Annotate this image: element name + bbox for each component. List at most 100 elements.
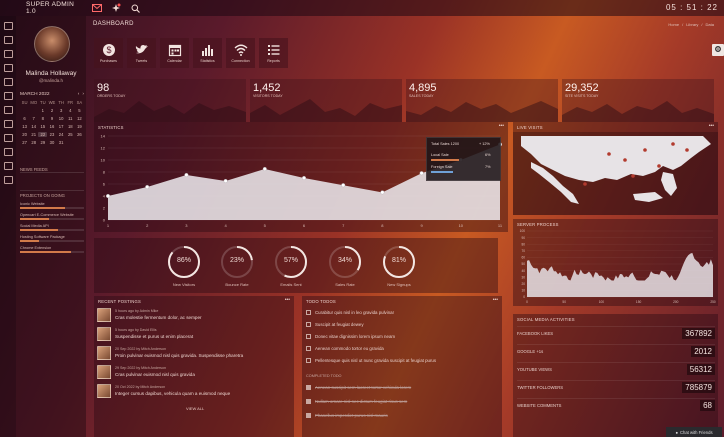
breadcrumb-library[interactable]: Library [686, 22, 698, 27]
todo-checkbox[interactable] [306, 413, 311, 418]
social-value: 785879 [682, 382, 715, 393]
calendar-day[interactable]: 9 [47, 116, 56, 121]
calendar-nav-icon[interactable] [3, 162, 13, 170]
project-item[interactable]: Chrome Extension [20, 246, 84, 253]
calendar-day[interactable]: 28 [29, 140, 38, 145]
calendar-day[interactable]: 24 [57, 132, 66, 137]
more-icon[interactable]: ••• [493, 297, 498, 303]
calendar-button[interactable]: Calendar [160, 38, 189, 68]
calendar-day[interactable]: 18 [66, 124, 75, 129]
data-point[interactable] [105, 193, 110, 198]
calendar-day[interactable]: 26 [75, 132, 84, 137]
gauge: 34% Sales Rate [315, 244, 375, 287]
data-point[interactable] [145, 185, 150, 190]
breadcrumb-data[interactable]: Data [706, 22, 714, 27]
mail-nav-icon[interactable] [3, 134, 13, 142]
avatar[interactable] [34, 26, 70, 62]
post-item[interactable]: 20 Oct 2022 by Mitch Anderson Integer cur… [97, 384, 292, 403]
mail-icon[interactable] [92, 4, 102, 13]
prev-month-icon[interactable]: ‹ [78, 92, 80, 97]
calendar-day[interactable]: 30 [47, 140, 56, 145]
todo-checkbox[interactable] [306, 358, 311, 363]
more-icon[interactable]: ••• [285, 297, 290, 303]
data-point[interactable] [419, 171, 424, 176]
calendar-day[interactable]: 25 [66, 132, 75, 137]
search-icon[interactable] [130, 4, 140, 13]
project-item[interactable]: Opencart E-Commerce Website [20, 213, 84, 220]
next-month-icon[interactable]: › [82, 92, 84, 97]
post-item[interactable]: 20 Sep 2022 by Mitch Anderson Proin pulvi… [97, 346, 292, 365]
recent-postings-panel: RECENT POSTINGS ••• 5 hours ago by Admin… [94, 296, 294, 437]
bookmark-icon[interactable] [3, 176, 13, 184]
calendar-day[interactable]: 11 [66, 116, 75, 121]
calendar-day[interactable]: 16 [47, 124, 56, 129]
data-point[interactable] [223, 179, 228, 184]
todo-checkbox[interactable] [306, 322, 311, 327]
breadcrumb-home[interactable]: Home [668, 22, 679, 27]
calendar-day[interactable]: 4 [66, 108, 75, 113]
calendar-day[interactable]: 10 [57, 116, 66, 121]
calendar-day[interactable]: 12 [75, 116, 84, 121]
calendar-day[interactable]: 14 [29, 124, 38, 129]
pages-icon[interactable] [3, 106, 13, 114]
divider [20, 190, 84, 191]
monitor-icon[interactable] [3, 120, 13, 128]
user-name: Malinda Hollaway [25, 70, 77, 77]
view-all-link[interactable]: VIEW ALL [186, 406, 204, 411]
home-icon[interactable] [3, 22, 13, 30]
calendar-day[interactable]: 17 [57, 124, 66, 129]
calendar-day[interactable]: 8 [38, 116, 47, 121]
chat-button[interactable]: ● Chat with Friends [666, 427, 722, 437]
statistics-button[interactable]: Statistics [193, 38, 222, 68]
todo-checkbox[interactable] [306, 310, 311, 315]
social-value: 68 [700, 400, 715, 411]
calendar-day[interactable]: 22 [38, 132, 48, 137]
tweets-button[interactable]: Tweets [127, 38, 156, 68]
data-point[interactable] [262, 167, 267, 172]
calendar-day[interactable]: 27 [20, 140, 29, 145]
forms-icon[interactable] [3, 92, 13, 100]
project-item[interactable]: Hosting Software Package [20, 235, 84, 242]
calendar-day[interactable]: 29 [38, 140, 47, 145]
calendar-day[interactable]: 1 [38, 108, 47, 113]
settings-button[interactable] [712, 44, 724, 56]
y-tick-label: 60 [521, 256, 525, 260]
data-point[interactable] [184, 173, 189, 178]
todo-checkbox[interactable] [306, 334, 311, 339]
data-point[interactable] [341, 183, 346, 188]
todo-checkbox[interactable] [306, 385, 311, 390]
post-item[interactable]: 5 hours ago by David Ellis Suspendisse et… [97, 327, 292, 346]
todo-checkbox[interactable] [306, 399, 311, 404]
calendar-day[interactable]: 21 [29, 132, 38, 137]
calendar-day[interactable]: 6 [20, 116, 29, 121]
calendar-day[interactable]: 19 [75, 124, 84, 129]
grid-icon[interactable] [3, 50, 13, 58]
calendar-day[interactable]: 31 [57, 140, 66, 145]
calendar-day[interactable]: 5 [75, 108, 84, 113]
reports-button[interactable]: Reports [259, 38, 288, 68]
notification-icon[interactable] [111, 3, 121, 13]
project-item[interactable]: Social Media API [20, 224, 84, 231]
calendar-day[interactable]: 3 [57, 108, 66, 113]
calendar-day[interactable]: 23 [47, 132, 56, 137]
y-tick-label: 10 [521, 289, 525, 293]
calendar-day[interactable]: 13 [20, 124, 29, 129]
calendar-day[interactable]: 7 [29, 116, 38, 121]
calendar-day[interactable]: 15 [38, 124, 47, 129]
post-item[interactable]: 29 Sep 2022 by Mitch Anderson Cras pulvin… [97, 365, 292, 384]
post-item[interactable]: 5 hours ago by Admin Mike Cras molestie f… [97, 308, 292, 327]
data-point[interactable] [301, 176, 306, 181]
project-name: Chrome Extension [20, 246, 52, 250]
purchases-button[interactable]: $ Purchases [94, 38, 123, 68]
data-point[interactable] [380, 190, 385, 195]
connection-button[interactable]: Connection [226, 38, 255, 68]
tasks-icon[interactable] [3, 36, 13, 44]
chart-icon[interactable] [3, 78, 13, 86]
todo-checkbox[interactable] [306, 346, 311, 351]
calendar-day[interactable]: 2 [47, 108, 56, 113]
table-icon[interactable] [3, 64, 13, 72]
project-item[interactable]: Iconic Website [20, 202, 84, 209]
calendar-day[interactable]: 20 [20, 132, 29, 137]
settings-nav-icon[interactable] [3, 148, 13, 156]
x-tick-label: 3 [185, 223, 188, 228]
